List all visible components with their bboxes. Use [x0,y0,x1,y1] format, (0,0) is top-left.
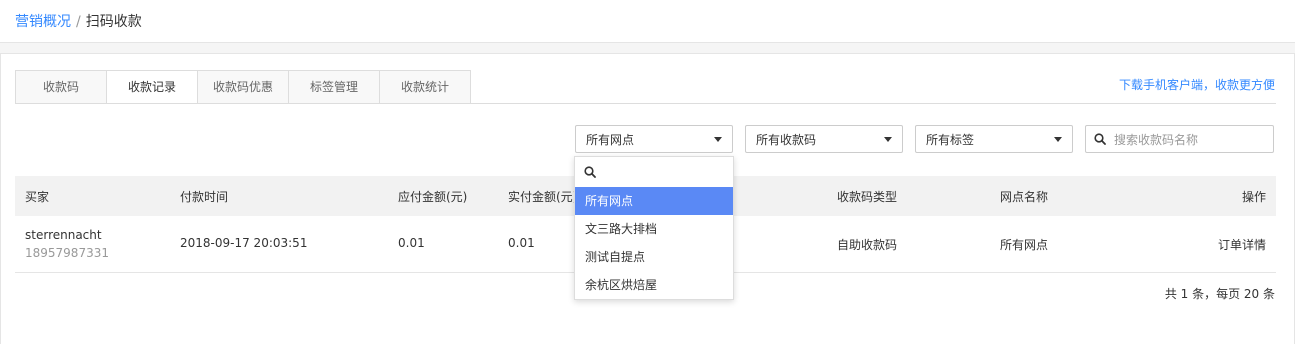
header-amount-paid: 实付金额(元) [508,190,578,204]
order-detail-link[interactable]: 订单详情 [1218,236,1266,253]
header-amount-due: 应付金额(元) [398,190,468,204]
dropdown-option-wensan-road[interactable]: 文三路大排档 [575,215,733,243]
breadcrumb-marketing-overview[interactable]: 营销概况 [15,14,71,30]
tab-qrcode[interactable]: 收款码 [15,70,106,104]
breadcrumb-current: 扫码收款 [85,14,142,30]
outlet-dropdown: 所有网点 文三路大排档 测试自提点 余杭区烘焙屋 [574,156,734,300]
tag-select-value: 所有标签 [926,133,975,147]
qrcode-select[interactable]: 所有收款码 [745,125,903,153]
dropdown-option-all-outlets[interactable]: 所有网点 [575,187,733,215]
tab-payment-statistics[interactable]: 收款统计 [379,70,471,104]
breadcrumb: 营销概况 / 扫码收款 [15,11,142,31]
outlet-name: 所有网点 [1000,238,1049,252]
caret-down-icon [714,137,722,142]
buyer-phone: 18957987331 [25,246,109,260]
search-icon [1094,133,1106,145]
header-pay-time: 付款时间 [180,190,229,204]
amount-due: 0.01 [398,236,425,250]
search-icon [584,166,596,178]
dropdown-search [575,157,733,187]
header-outlet-name: 网点名称 [1000,190,1049,204]
pagination-summary: 共 1 条，每页 20 条 [1164,287,1275,301]
outlet-select[interactable]: 所有网点 [575,125,733,153]
dropdown-option-test-pickup[interactable]: 测试自提点 [575,243,733,271]
breadcrumb-separator: / [76,14,81,30]
qrcode-type: 自助收款码 [837,238,898,252]
qrcode-select-value: 所有收款码 [756,133,817,147]
tab-qrcode-discount[interactable]: 收款码优惠 [197,70,288,104]
tab-divider [15,103,1276,104]
tab-tag-management[interactable]: 标签管理 [288,70,379,104]
qrcode-search-input[interactable] [1112,129,1271,151]
header-qrcode-type: 收款码类型 [837,190,898,204]
header-buyer: 买家 [25,190,50,204]
top-bar: 营销概况 / 扫码收款 [0,0,1295,43]
download-client-link[interactable]: 下载手机客户端，收款更方便 [1119,76,1275,93]
tag-select[interactable]: 所有标签 [915,125,1073,153]
caret-down-icon [1054,137,1062,142]
tab-payment-records[interactable]: 收款记录 [106,70,197,104]
outlet-select-value: 所有网点 [586,133,635,147]
pay-time: 2018-09-17 20:03:51 [180,236,308,250]
amount-paid: 0.01 [508,236,535,250]
dropdown-search-input[interactable] [601,162,729,184]
buyer-name: sterrennacht [25,228,102,242]
qrcode-search-box [1085,125,1274,153]
dropdown-option-yuhang-bakery[interactable]: 余杭区烘焙屋 [575,271,733,299]
caret-down-icon [884,137,892,142]
header-action: 操作 [1241,190,1266,204]
